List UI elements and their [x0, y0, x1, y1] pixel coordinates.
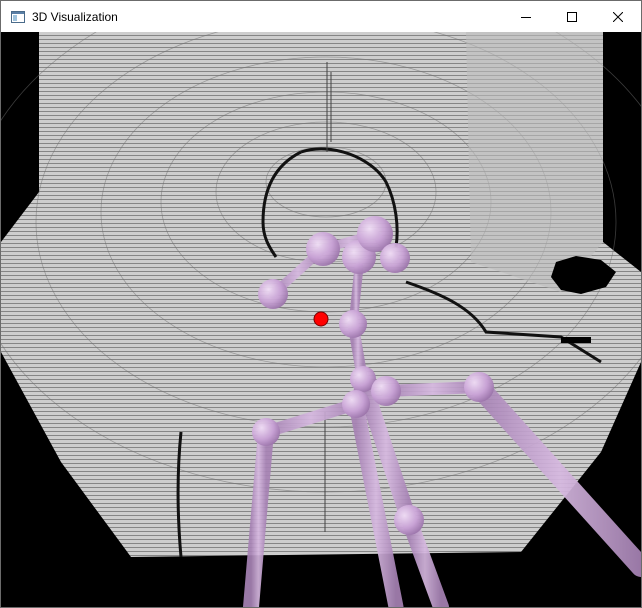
- joint-neck: [339, 310, 367, 338]
- 3d-viewport[interactable]: [1, 32, 641, 607]
- window-controls: [503, 1, 641, 32]
- window-title: 3D Visualization: [32, 9, 118, 24]
- close-icon: [613, 11, 623, 22]
- close-button[interactable]: [595, 1, 641, 32]
- maximize-icon: [567, 11, 577, 22]
- joint-ear-right: [380, 243, 410, 273]
- minimize-icon: [521, 16, 531, 18]
- title-bar[interactable]: 3D Visualization: [1, 1, 641, 32]
- joint-shoulder-right: [464, 372, 494, 402]
- minimize-button[interactable]: [503, 1, 549, 32]
- app-window: 3D Visualization: [0, 0, 642, 608]
- joint-ear-left: [258, 279, 288, 309]
- joint-hip: [394, 505, 424, 535]
- joint-shoulder-left: [252, 418, 280, 446]
- joint-spine-mid: [342, 390, 370, 418]
- scene-canvas[interactable]: [1, 32, 641, 607]
- wall-shadow-region: [466, 32, 603, 292]
- joint-nose: [306, 232, 340, 266]
- app-window-icon: [10, 9, 26, 25]
- maximize-button[interactable]: [549, 1, 595, 32]
- joint-shoulder-center: [371, 376, 401, 406]
- selected-joint-marker[interactable]: [313, 311, 329, 327]
